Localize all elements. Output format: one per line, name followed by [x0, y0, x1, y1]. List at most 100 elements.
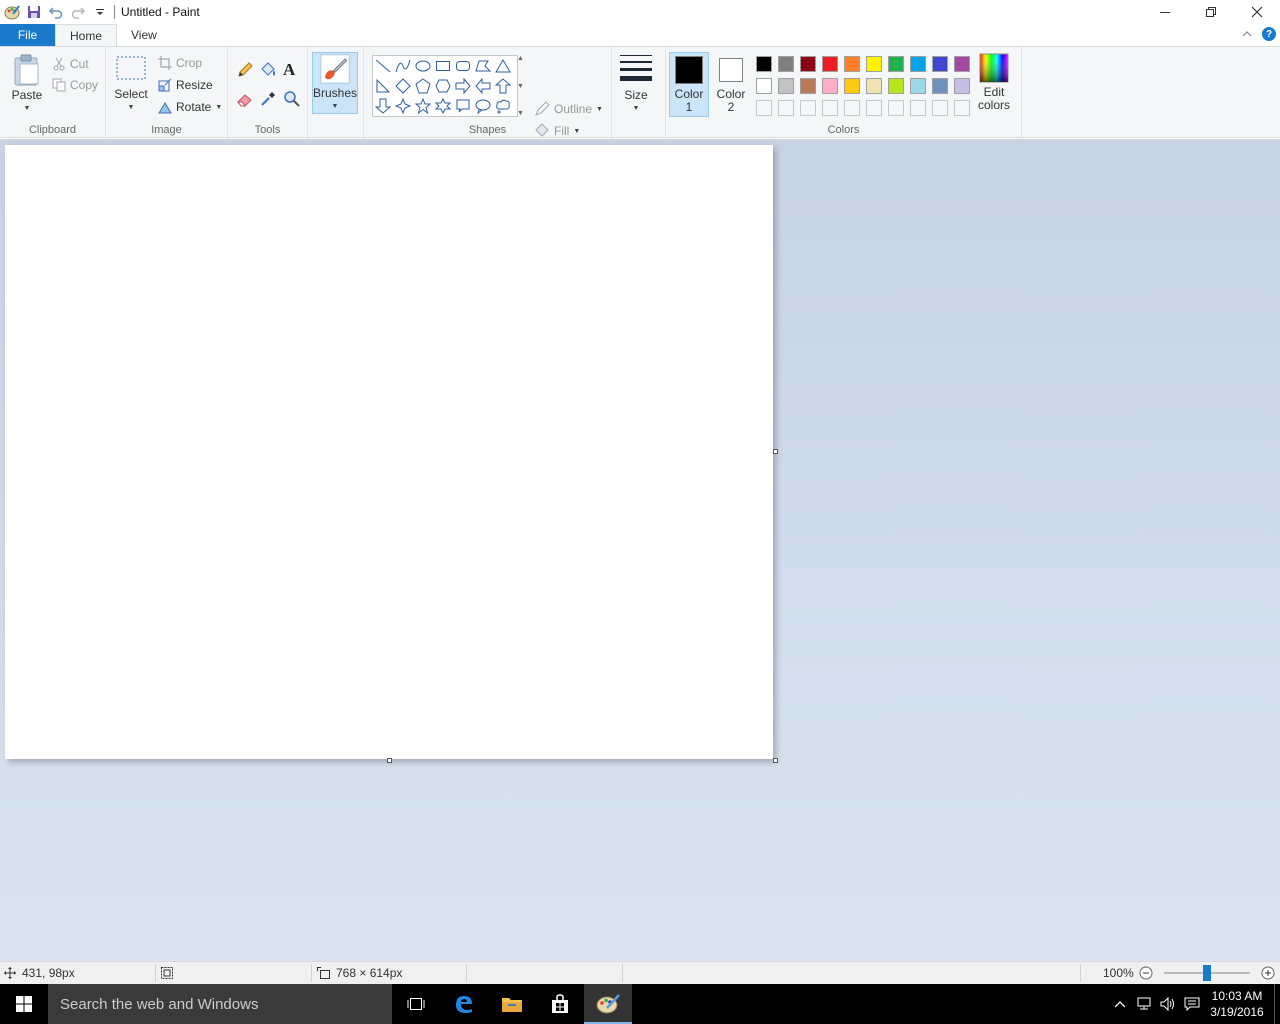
palette-color-swatch[interactable]: [951, 75, 973, 97]
crop-button[interactable]: Crop: [158, 53, 202, 73]
palette-color-swatch[interactable]: [753, 97, 775, 119]
curve-shape[interactable]: [393, 56, 413, 76]
palette-color-swatch[interactable]: [863, 53, 885, 75]
triangle-shape[interactable]: [493, 56, 513, 76]
down-arrow-shape[interactable]: [373, 96, 393, 116]
palette-color-swatch[interactable]: [797, 97, 819, 119]
palette-color-swatch[interactable]: [819, 53, 841, 75]
palette-color-swatch[interactable]: [797, 53, 819, 75]
palette-color-swatch[interactable]: [819, 97, 841, 119]
oval-shape[interactable]: [413, 56, 433, 76]
clock[interactable]: 10:03 AM 3/19/2016: [1204, 988, 1270, 1020]
palette-color-swatch[interactable]: [885, 53, 907, 75]
customize-toolbar-icon[interactable]: [90, 2, 110, 22]
palette-color-swatch[interactable]: [863, 75, 885, 97]
palette-color-swatch[interactable]: [885, 97, 907, 119]
eraser-tool[interactable]: [236, 90, 254, 111]
show-desktop-button[interactable]: [1274, 984, 1280, 1024]
volume-button[interactable]: [1156, 997, 1180, 1011]
right-arrow-shape[interactable]: [453, 76, 473, 96]
paste-button[interactable]: Paste ▼: [8, 53, 46, 115]
palette-color-swatch[interactable]: [907, 53, 929, 75]
palette-color-swatch[interactable]: [929, 75, 951, 97]
palette-color-swatch[interactable]: [929, 53, 951, 75]
fill-button[interactable]: Fill ▼: [534, 121, 580, 141]
expand-gallery-icon[interactable]: ▼: [517, 110, 524, 117]
undo-icon[interactable]: [46, 2, 66, 22]
palette-color-swatch[interactable]: [753, 53, 775, 75]
taskbar-search[interactable]: Search the web and Windows: [48, 984, 392, 1024]
resize-handle-bottom[interactable]: [387, 758, 392, 763]
color1-selector[interactable]: Color 1: [669, 52, 709, 117]
diamond-shape[interactable]: [393, 76, 413, 96]
up-arrow-shape[interactable]: [493, 76, 513, 96]
rectangle-shape[interactable]: [433, 56, 453, 76]
resize-handle-right[interactable]: [773, 449, 778, 454]
select-button[interactable]: Select ▼: [114, 55, 148, 114]
store-taskbar-button[interactable]: [536, 984, 584, 1024]
cut-button[interactable]: Cut: [52, 54, 89, 74]
palette-color-swatch[interactable]: [841, 97, 863, 119]
paint-taskbar-button[interactable]: [584, 984, 632, 1024]
oval-callout-shape[interactable]: [473, 96, 493, 116]
tab-view[interactable]: View: [117, 24, 171, 46]
action-center-button[interactable]: [1180, 997, 1204, 1011]
six-point-star-shape[interactable]: [433, 96, 453, 116]
palette-color-swatch[interactable]: [841, 75, 863, 97]
pentagon-shape[interactable]: [413, 76, 433, 96]
rotate-button[interactable]: Rotate ▼: [158, 97, 222, 117]
right-triangle-shape[interactable]: [373, 76, 393, 96]
zoom-slider-thumb[interactable]: [1203, 965, 1211, 981]
polygon-shape[interactable]: [473, 56, 493, 76]
scroll-up-icon[interactable]: ▲: [517, 55, 524, 62]
palette-color-swatch[interactable]: [775, 75, 797, 97]
palette-color-swatch[interactable]: [753, 75, 775, 97]
tab-file[interactable]: File: [0, 24, 55, 46]
close-button[interactable]: [1234, 0, 1280, 24]
five-point-star-shape[interactable]: [413, 96, 433, 116]
palette-color-swatch[interactable]: [819, 75, 841, 97]
fill-tool[interactable]: [259, 61, 277, 82]
help-icon[interactable]: ?: [1262, 27, 1276, 41]
magnifier-tool[interactable]: [283, 90, 301, 111]
line-shape[interactable]: [373, 56, 393, 76]
palette-color-swatch[interactable]: [885, 75, 907, 97]
cloud-callout-shape[interactable]: [493, 96, 513, 116]
minimize-ribbon-icon[interactable]: [1242, 27, 1252, 41]
hexagon-shape[interactable]: [433, 76, 453, 96]
palette-color-swatch[interactable]: [951, 97, 973, 119]
copy-button[interactable]: Copy: [52, 75, 98, 95]
network-button[interactable]: [1132, 997, 1156, 1011]
shapes-scrollbar[interactable]: ▲ ▼ ▼: [515, 55, 526, 117]
palette-color-swatch[interactable]: [775, 97, 797, 119]
resize-button[interactable]: Resize: [158, 75, 213, 95]
start-button[interactable]: [0, 984, 48, 1024]
palette-color-swatch[interactable]: [775, 53, 797, 75]
restore-button[interactable]: [1188, 0, 1234, 24]
palette-color-swatch[interactable]: [863, 97, 885, 119]
palette-color-swatch[interactable]: [797, 75, 819, 97]
text-tool[interactable]: A: [283, 60, 295, 80]
left-arrow-shape[interactable]: [473, 76, 493, 96]
color2-selector[interactable]: Color 2: [711, 53, 751, 117]
zoom-in-button[interactable]: [1261, 965, 1275, 981]
show-hidden-icons-button[interactable]: [1108, 1000, 1132, 1008]
outline-button[interactable]: Outline ▼: [534, 99, 603, 119]
palette-color-swatch[interactable]: [951, 53, 973, 75]
redo-icon[interactable]: [68, 2, 88, 22]
pencil-tool[interactable]: [236, 61, 254, 82]
scroll-down-icon[interactable]: ▼: [517, 83, 524, 90]
resize-handle-corner[interactable]: [773, 758, 778, 763]
palette-color-swatch[interactable]: [907, 97, 929, 119]
tab-home[interactable]: Home: [55, 24, 118, 47]
rounded-callout-shape[interactable]: [453, 96, 473, 116]
minimize-button[interactable]: [1142, 0, 1188, 24]
palette-color-swatch[interactable]: [841, 53, 863, 75]
file-explorer-taskbar-button[interactable]: [488, 984, 536, 1024]
color-picker-tool[interactable]: [259, 90, 277, 111]
task-view-button[interactable]: [392, 984, 440, 1024]
paint-app-icon[interactable]: [2, 2, 22, 22]
save-icon[interactable]: [24, 2, 44, 22]
edge-taskbar-button[interactable]: [440, 984, 488, 1024]
four-point-star-shape[interactable]: [393, 96, 413, 116]
